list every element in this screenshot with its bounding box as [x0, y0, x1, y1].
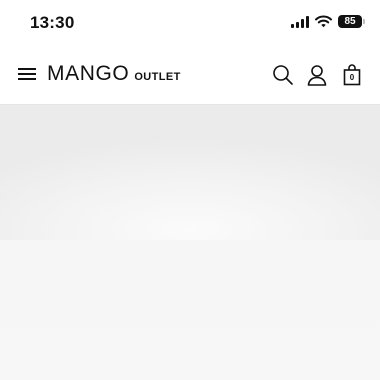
- wifi-icon: [315, 15, 332, 28]
- brand-subtitle: OUTLET: [134, 71, 181, 83]
- bag-count: 0: [349, 73, 355, 82]
- status-bar: 13:30 85: [0, 0, 380, 48]
- cellular-signal-icon: [291, 15, 309, 28]
- hamburger-menu-icon[interactable]: [18, 66, 38, 82]
- user-icon[interactable]: [306, 64, 328, 86]
- status-time: 13:30: [30, 13, 75, 32]
- app-header: MANGO OUTLET 0: [0, 48, 380, 105]
- shopping-bag-button[interactable]: 0: [343, 64, 361, 86]
- search-icon[interactable]: [272, 64, 294, 86]
- battery-icon: 85: [338, 15, 365, 28]
- brand-logo[interactable]: MANGO OUTLET: [47, 62, 181, 86]
- brand-name: MANGO: [47, 62, 130, 85]
- battery-level: 85: [344, 16, 356, 27]
- content-loading-placeholder: [0, 105, 380, 380]
- status-icons: 85: [291, 15, 365, 28]
